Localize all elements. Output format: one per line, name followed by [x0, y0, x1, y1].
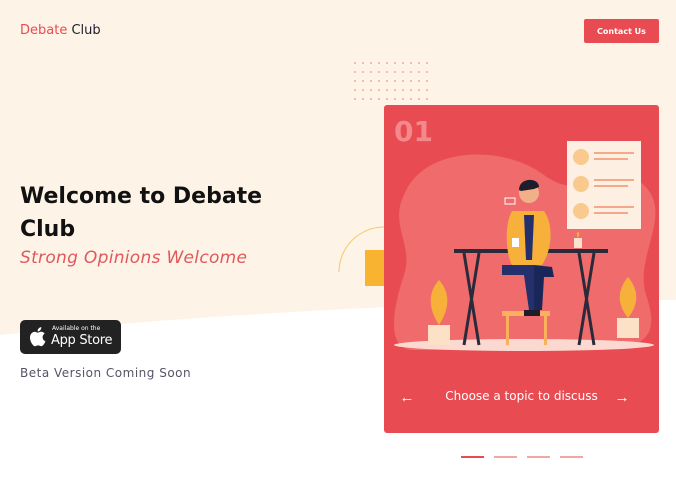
app-store-badge[interactable]: Available on the App Store — [20, 320, 121, 354]
person-at-table-illustration — [394, 141, 656, 351]
app-store-big-text: App Store — [51, 333, 113, 348]
carousel-dot[interactable] — [461, 456, 484, 458]
brand-name-primary: Debate — [20, 23, 68, 38]
hero-subtitle: Strong Opinions Welcome — [20, 248, 248, 268]
beta-note: Beta Version Coming Soon — [20, 366, 192, 380]
carousel-dot[interactable] — [560, 456, 583, 458]
apple-icon — [30, 327, 46, 347]
carousel-slide: 01 ← Choose a topic to discuss → — [384, 105, 659, 433]
carousel-indicators — [461, 456, 583, 460]
slide-number: 01 — [394, 115, 433, 148]
app-store-small-text: Available on the — [52, 325, 101, 332]
brand-name-secondary: Club — [67, 23, 101, 38]
carousel-dot[interactable] — [527, 456, 550, 458]
carousel-dot[interactable] — [494, 456, 517, 458]
arrow-right-icon[interactable]: → — [612, 387, 632, 407]
contact-us-button[interactable]: Contact Us — [584, 19, 659, 43]
brand-logo[interactable]: Debate Club — [20, 23, 101, 38]
hero-title: Welcome to Debate Club — [20, 184, 263, 242]
